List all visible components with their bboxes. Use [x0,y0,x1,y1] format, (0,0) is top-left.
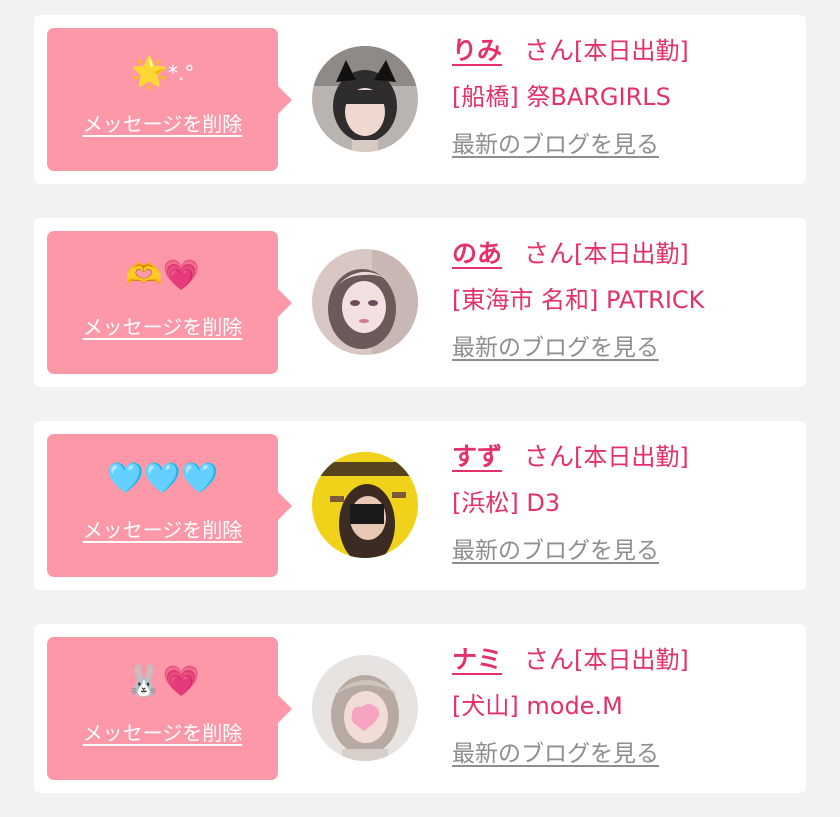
avatar[interactable] [312,249,418,355]
shop-line: [浜松] D3 [452,483,796,519]
latest-blog-link[interactable]: 最新のブログを見る [452,328,659,362]
cast-name-link[interactable]: のあ [452,239,502,268]
shop-name: 祭BARGIRLS [526,83,671,111]
honorific: さん [524,645,575,674]
message-bubble: 🌟*.° メッセージを削除 [47,28,292,171]
honorific: さん [524,239,575,268]
delete-message-link[interactable]: メッセージを削除 [47,514,278,543]
cast-name-link[interactable]: すず [452,442,502,471]
girl-heart-photo-icon [312,655,418,761]
delete-message-link[interactable]: メッセージを削除 [47,311,278,340]
heart-hands-emoji-icon: 🫶 [125,258,163,293]
shop-line: [東海市 名和] PATRICK [452,280,796,316]
star-emoji-icon: 🌟 [130,55,168,90]
favorite-card: 🌟*.° メッセージを削除 りみさん[本日出勤] [船橋] 祭BARGIRLS [34,15,806,184]
pink-heart-emoji-icon: 💗 [162,664,200,699]
message-bubble: 🩵🩵🩵 メッセージを削除 [47,434,292,577]
rabbit-emoji-icon: 🐰 [125,664,163,699]
shop-name: mode.M [526,692,623,720]
cast-name-link[interactable]: りみ [452,36,502,65]
sparkle-text: *.° [168,61,195,85]
area-label: [犬山] [452,692,519,720]
status-badge: [本日出勤] [574,240,689,268]
latest-blog-link[interactable]: 最新のブログを見る [452,125,659,159]
shop-line: [犬山] mode.M [452,686,796,722]
status-badge: [本日出勤] [574,443,689,471]
cast-info: のあ さん[本日出勤] [東海市 名和] PATRICK 最新のブログを見る [452,234,796,362]
message-emoji: 🐰💗 [47,665,278,699]
message-emoji: 🩵🩵🩵 [47,462,278,496]
light-blue-heart-emoji-icon: 🩵 [181,461,219,496]
avatar[interactable] [312,46,418,152]
pink-heart-emoji-icon: 💗 [162,258,200,293]
shop-name: PATRICK [606,286,705,314]
message-emoji: 🫶💗 [47,259,278,293]
light-blue-heart-emoji-icon: 🩵 [143,461,182,496]
latest-blog-link[interactable]: 最新のブログを見る [452,531,659,565]
avatar[interactable] [312,452,418,558]
message-bubble: 🐰💗 メッセージを削除 [47,637,292,780]
favorite-card: 🫶💗 メッセージを削除 のあさん[本日出勤] [東海市 名和] PATRICK [34,218,806,387]
latest-blog-link[interactable]: 最新のブログを見る [452,734,659,768]
cast-info: ナミ さん[本日出勤] [犬山] mode.M 最新のブログを見る [452,640,796,768]
shop-name: D3 [526,489,561,517]
delete-message-link[interactable]: メッセージを削除 [47,717,278,746]
favorite-card: 🐰💗 メッセージを削除 ナミ さん[本日出勤] [犬山] mode.M 最新のブロ… [34,624,806,793]
message-emoji: 🌟*.° [47,56,278,90]
status-badge: [本日出勤] [574,646,689,674]
cast-info: すず さん[本日出勤] [浜松] D3 最新のブログを見る [452,437,796,565]
cast-name-link[interactable]: ナミ [452,645,502,674]
honorific: さん [524,36,575,65]
shop-line: [船橋] 祭BARGIRLS [452,77,796,113]
honorific: さん [524,442,575,471]
delete-message-link[interactable]: メッセージを削除 [47,108,278,137]
area-label: [船橋] [452,83,519,111]
favorite-card: 🩵🩵🩵 メッセージを削除 すず さん[本日出勤] [浜松] D3 最新のブログを… [34,421,806,590]
status-badge: [本日出勤] [574,37,689,65]
light-blue-heart-emoji-icon: 🩵 [106,461,144,496]
avatar[interactable] [312,655,418,761]
message-bubble: 🫶💗 メッセージを削除 [47,231,292,374]
cat-ear-girl-photo-icon [312,46,418,152]
area-label: [浜松] [452,489,519,517]
cast-info: りみ さん[本日出勤] [船橋] 祭BARGIRLS 最新のブログを見る [452,31,796,159]
area-label: [東海市 名和] [452,286,599,314]
magazine-cover-photo-icon [312,452,418,558]
favorite-list: 🌟*.° メッセージを削除 りみさん[本日出勤] [船橋] 祭BARGIRLS [0,0,840,817]
girl-photo-icon [312,249,418,355]
